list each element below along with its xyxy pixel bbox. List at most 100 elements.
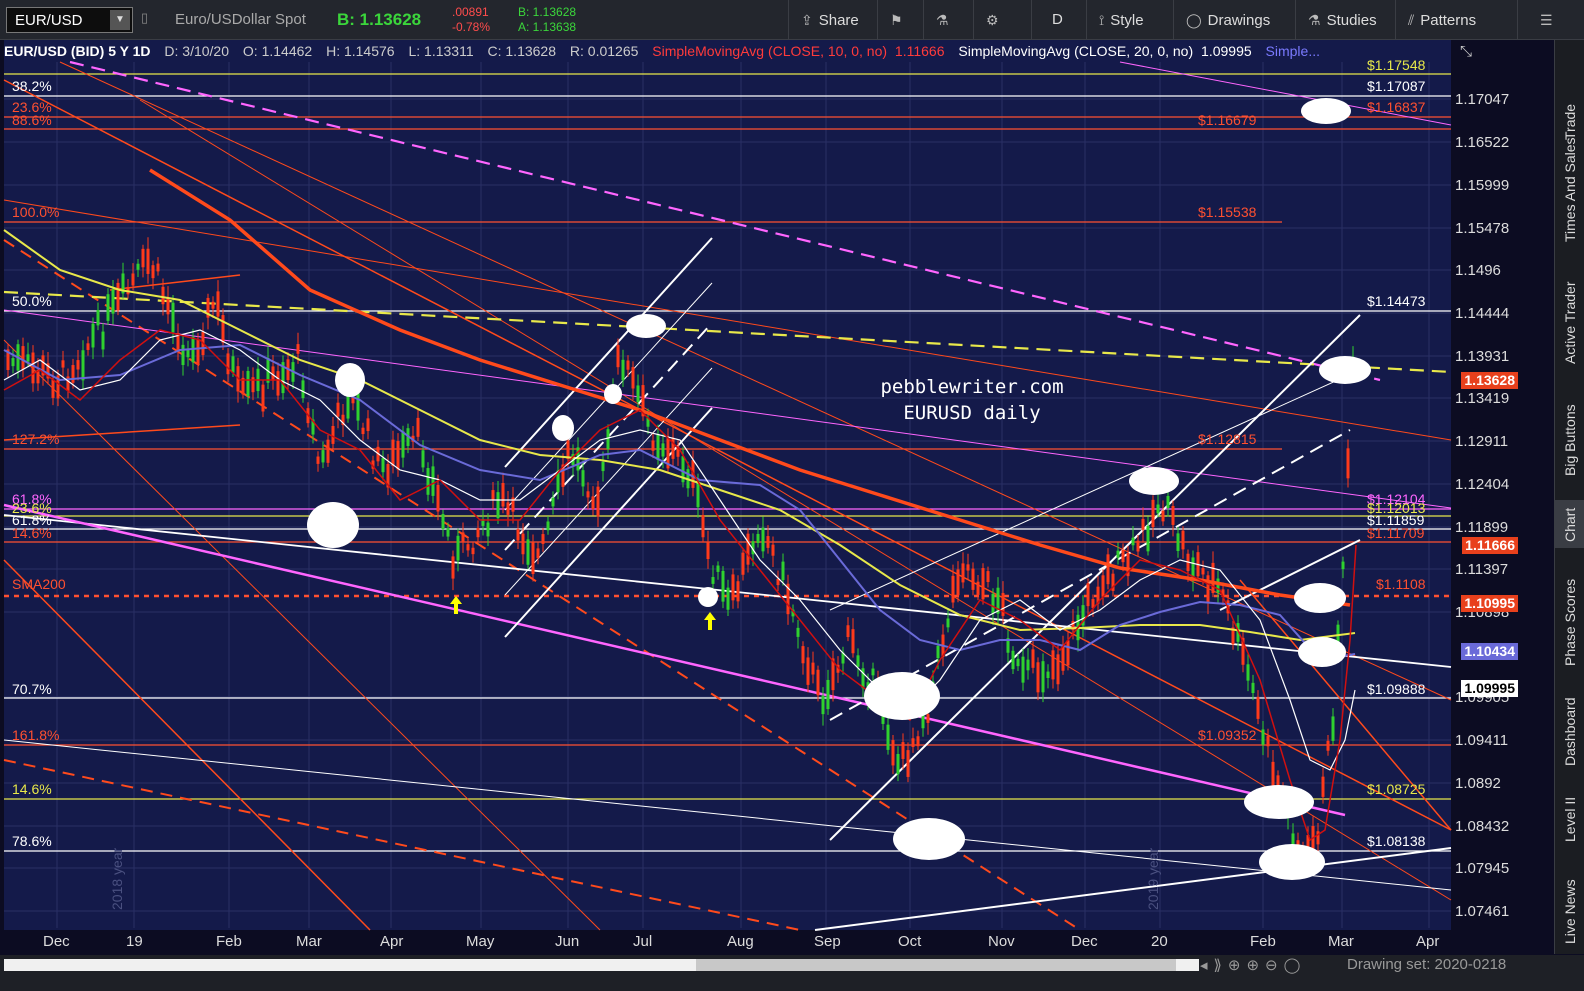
style-button[interactable]: ⟟ Style <box>1086 0 1173 40</box>
candle-body <box>531 542 535 575</box>
change-block: .00891 -0.78% <box>452 5 490 35</box>
x-tick: Dec <box>1071 933 1098 950</box>
candle-body <box>31 352 35 384</box>
legend-date: D: 3/10/20 <box>164 43 230 59</box>
share-button[interactable]: ⇪ Share <box>788 0 877 40</box>
price-tag-sma200: 1.10995 <box>1461 595 1518 612</box>
candle-body <box>1141 518 1145 530</box>
candle-body <box>446 528 450 537</box>
candle-body <box>26 354 30 362</box>
price-tag-sma20: 1.09995 <box>1461 680 1518 697</box>
candle-body <box>336 402 340 417</box>
candle-body <box>1271 761 1275 789</box>
candle-body <box>656 434 660 460</box>
candle-body <box>1146 525 1150 552</box>
legend-sma20-value: 1.09995 <box>1201 43 1252 59</box>
flask-icon: ⚗ <box>936 12 949 28</box>
y-tick: 1.13931 <box>1455 348 1510 365</box>
study-legend: EUR/USD (BID) 5 Y 1D D: 3/10/20 O: 1.144… <box>4 40 1454 62</box>
candle-body <box>321 450 325 463</box>
candle-body <box>436 484 440 512</box>
sidebar-item-chart[interactable]: Chart <box>1555 500 1584 548</box>
candle-body <box>781 561 785 580</box>
studies-button[interactable]: ⚗ Studies <box>1295 0 1395 40</box>
scrollbar-thumb[interactable] <box>696 959 1176 971</box>
candle-body <box>721 570 725 602</box>
reset-zoom-icon[interactable]: ◯ <box>1284 957 1307 974</box>
candle-body <box>971 568 975 590</box>
candle-body <box>116 282 120 311</box>
candle-body <box>156 263 160 272</box>
candle-body <box>106 294 110 321</box>
y-tick: 1.1496 <box>1455 262 1501 279</box>
flag-button[interactable]: ⚑ <box>877 0 923 40</box>
year-label-2018: 2018 year <box>109 847 125 910</box>
fib-left-10: SMA200 <box>12 576 66 592</box>
candle-body <box>226 353 230 375</box>
zoom-out-icon[interactable]: ⊖ <box>1265 957 1284 974</box>
candle-body <box>701 515 705 538</box>
timeframe-button[interactable]: D <box>1031 0 1086 40</box>
collapse-icon[interactable]: ⤡ <box>1460 43 1472 60</box>
fib-right-0: $1.17548 <box>1367 57 1426 73</box>
x-tick: Sep <box>814 933 841 950</box>
y-tick: 1.17047 <box>1455 91 1510 108</box>
legend-sma20[interactable]: SimpleMovingAvg (CLOSE, 20, 0, no) <box>958 43 1193 59</box>
link-icon[interactable]: ▯ <box>141 10 148 26</box>
right-sidebar: Trade Times And Sales Active Trader Big … <box>1554 40 1584 954</box>
candle-body <box>1086 583 1090 607</box>
zoom-in-icon[interactable]: ⊕ <box>1246 957 1265 974</box>
x-tick: 20 <box>1151 933 1168 950</box>
fib-right-6: $1.12815 <box>1198 431 1257 447</box>
crosshair-icon[interactable]: ⊕ <box>1228 957 1247 974</box>
drawing-set-label[interactable]: Drawing set: 2020-0218 <box>1347 956 1506 973</box>
legend-more[interactable]: Simple... <box>1266 43 1320 59</box>
candle-body <box>586 491 590 498</box>
zoom-controls[interactable]: ◂⟫⊕⊕⊖◯ <box>1200 956 1306 974</box>
price-tag-sma50: 1.10434 <box>1461 643 1518 660</box>
candle-body <box>211 301 215 309</box>
fib-right-10: $1.11709 <box>1367 525 1425 541</box>
y-tick: 1.14444 <box>1455 305 1510 322</box>
candle-body <box>1201 568 1205 575</box>
percent-change: -0.78% <box>452 20 491 34</box>
candle-body <box>491 490 495 500</box>
fib-left-2: 88.6% <box>12 112 52 128</box>
symbol-value: EUR/USD <box>15 12 83 29</box>
menu-button[interactable]: ☰ <box>1517 0 1584 40</box>
candle-body <box>891 740 895 766</box>
fib-left-3: 100.0% <box>12 204 60 220</box>
candle-body <box>816 669 820 696</box>
y-tick: 1.15999 <box>1455 177 1510 194</box>
x-tick: Nov <box>988 933 1015 950</box>
legend-sma10[interactable]: SimpleMovingAvg (CLOSE, 10, 0, no) <box>652 43 887 59</box>
candle-body <box>331 425 335 444</box>
y-tick: 1.07461 <box>1455 903 1510 920</box>
fib-right-13: $1.09352 <box>1198 727 1257 743</box>
settings-button[interactable]: ⚙ <box>973 0 1031 40</box>
scroll-left-icon[interactable]: ◂ <box>1200 957 1214 974</box>
candle-body <box>76 360 80 370</box>
candle-body <box>516 529 520 541</box>
candle-body <box>326 439 330 463</box>
candle-body <box>541 534 545 544</box>
candle-body <box>136 263 140 270</box>
candle-body <box>471 547 475 555</box>
candle-body <box>1181 530 1185 550</box>
candle-body <box>1166 496 1170 508</box>
legend-open: O: 1.14462 <box>242 43 313 59</box>
candle-body <box>1026 659 1030 671</box>
x-tick: Mar <box>1328 933 1354 950</box>
patterns-button[interactable]: ⫽ Patterns <box>1395 0 1517 40</box>
symbol-dropdown-icon[interactable]: ▼ <box>110 10 130 30</box>
symbol-input[interactable]: EUR/USD ▼ <box>6 7 133 33</box>
flask-button[interactable]: ⚗ <box>923 0 973 40</box>
candle-body <box>51 379 55 398</box>
candle-body <box>301 380 305 399</box>
expand-icon[interactable]: ⟫ <box>1214 957 1228 974</box>
drawings-button[interactable]: ◯ Drawings <box>1173 0 1295 40</box>
price-chart[interactable]: 2018 year 2019 year pebblewriter.com EUR… <box>0 40 1554 954</box>
candle-body <box>921 715 925 729</box>
candle-body <box>1121 549 1125 563</box>
candle-body <box>1061 645 1065 671</box>
